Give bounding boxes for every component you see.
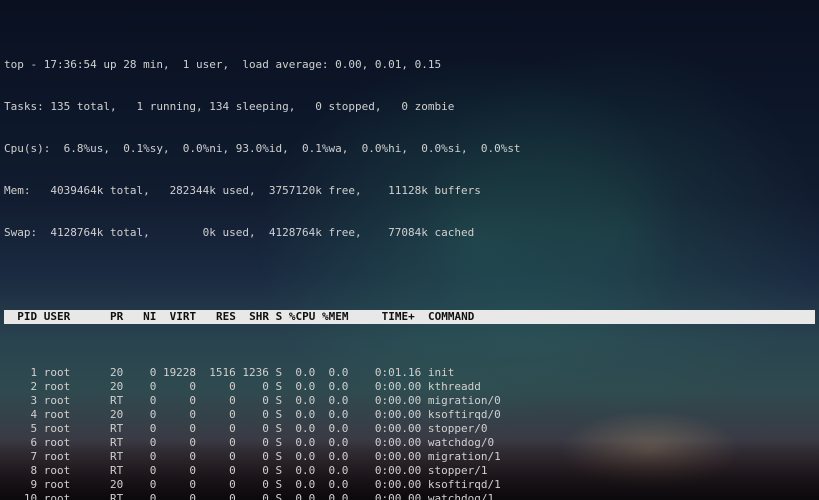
process-row: 3 root RT 0 0 0 0 S 0.0 0.0 0:00.00 migr…: [4, 394, 815, 408]
top-summary: top - 17:36:54 up 28 min, 1 user, load a…: [4, 30, 815, 268]
summary-line-mem: Mem: 4039464k total, 282344k used, 37571…: [4, 184, 815, 198]
col-cpu: %CPU: [289, 310, 316, 323]
summary-line-swap: Swap: 4128764k total, 0k used, 4128764k …: [4, 226, 815, 240]
process-row: 5 root RT 0 0 0 0 S 0.0 0.0 0:00.00 stop…: [4, 422, 815, 436]
col-virt: VIRT: [163, 310, 196, 323]
col-time: TIME+: [355, 310, 421, 323]
process-row: 8 root RT 0 0 0 0 S 0.0 0.0 0:00.00 stop…: [4, 464, 815, 478]
process-row: 9 root 20 0 0 0 0 S 0.0 0.0 0:00.00 ksof…: [4, 478, 815, 492]
col-user: USER: [44, 310, 97, 323]
col-res: RES: [203, 310, 236, 323]
col-s: S: [276, 310, 283, 323]
process-row: 1 root 20 0 19228 1516 1236 S 0.0 0.0 0:…: [4, 366, 815, 380]
col-pid: PID: [4, 310, 37, 323]
col-shr: SHR: [242, 310, 269, 323]
terminal[interactable]: top - 17:36:54 up 28 min, 1 user, load a…: [0, 0, 819, 500]
summary-line-uptime: top - 17:36:54 up 28 min, 1 user, load a…: [4, 58, 815, 72]
process-row: 6 root RT 0 0 0 0 S 0.0 0.0 0:00.00 watc…: [4, 436, 815, 450]
col-mem: %MEM: [322, 310, 349, 323]
process-row: 4 root 20 0 0 0 0 S 0.0 0.0 0:00.00 ksof…: [4, 408, 815, 422]
process-table-header: PID USER PR NI VIRT RES SHR S %CPU %MEM …: [4, 310, 815, 324]
col-ni: NI: [130, 310, 157, 323]
process-row: 7 root RT 0 0 0 0 S 0.0 0.0 0:00.00 migr…: [4, 450, 815, 464]
process-row: 2 root 20 0 0 0 0 S 0.0 0.0 0:00.00 kthr…: [4, 380, 815, 394]
process-table-body: 1 root 20 0 19228 1516 1236 S 0.0 0.0 0:…: [4, 366, 815, 500]
summary-line-cpu: Cpu(s): 6.8%us, 0.1%sy, 0.0%ni, 93.0%id,…: [4, 142, 815, 156]
summary-line-tasks: Tasks: 135 total, 1 running, 134 sleepin…: [4, 100, 815, 114]
process-row: 10 root RT 0 0 0 0 S 0.0 0.0 0:00.00 wat…: [4, 492, 815, 500]
col-cmd: COMMAND: [428, 310, 474, 323]
col-pr: PR: [103, 310, 123, 323]
